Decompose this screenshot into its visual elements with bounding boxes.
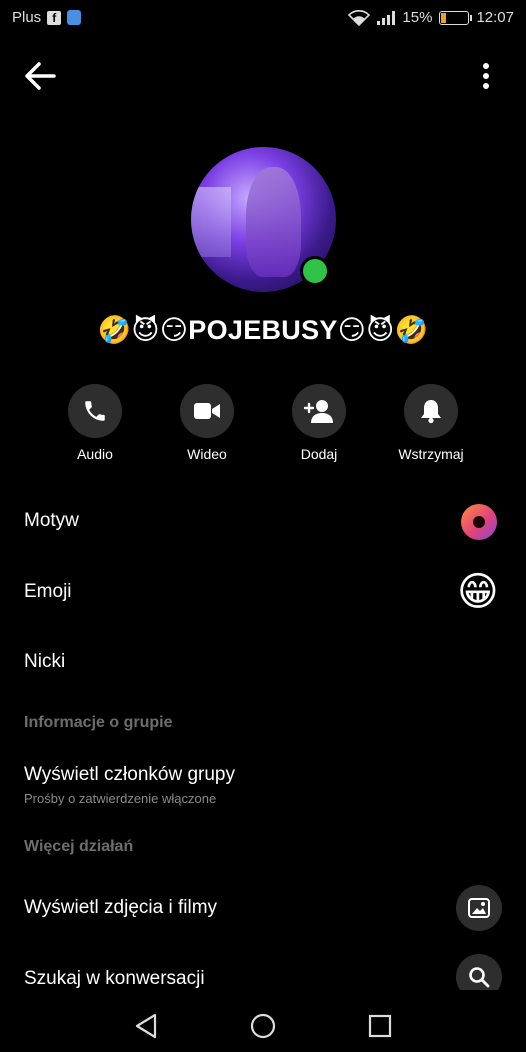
video-call-button[interactable]: Wideo [157, 384, 257, 462]
group-name[interactable]: 🤣😈😏POJEBUSY😏😈🤣 [0, 314, 526, 346]
square-recents-icon [368, 1014, 392, 1038]
search-conversation-label: Szukaj w konwersacji [24, 968, 205, 989]
section-group-info: Informacje o grupie [24, 714, 173, 731]
mute-circle[interactable] [404, 384, 458, 438]
more-dot [483, 83, 489, 89]
video-label: Wideo [187, 446, 227, 462]
video-call-circle[interactable] [180, 384, 234, 438]
list-clip [0, 990, 526, 1000]
nav-recents-button[interactable] [364, 1010, 396, 1042]
add-member-circle[interactable] [292, 384, 346, 438]
mute-button[interactable]: Wstrzymaj [381, 384, 481, 462]
theme-color-dot [473, 516, 485, 528]
image-icon [468, 898, 490, 918]
carrier-label: Plus [12, 9, 42, 26]
nicknames-label: Nicki [24, 651, 66, 672]
video-icon [194, 403, 220, 419]
signal-icon [377, 10, 396, 25]
view-media-row[interactable]: Wyświetl zdjęcia i filmy [24, 897, 502, 919]
audio-call-circle[interactable] [68, 384, 122, 438]
audio-call-button[interactable]: Audio [45, 384, 145, 462]
avatar-figure-shape [246, 167, 301, 277]
facebook-notification-icon: f [47, 10, 62, 25]
add-member-button[interactable]: Dodaj [269, 384, 369, 462]
back-button[interactable] [22, 58, 58, 94]
mute-label: Wstrzymaj [398, 446, 464, 462]
more-options-button[interactable] [478, 58, 494, 94]
theme-row[interactable]: Motyw [24, 510, 502, 532]
add-label: Dodaj [300, 446, 338, 462]
theme-color-icon[interactable] [461, 504, 497, 540]
phone-icon [85, 401, 105, 421]
section-more-actions: Więcej działań [24, 838, 134, 855]
bell-icon [421, 400, 441, 424]
clock: 12:07 [476, 9, 514, 26]
view-members-row[interactable]: Wyświetl członków grupy Prośby o zatwier… [24, 764, 502, 806]
circle-home-icon [250, 1013, 276, 1039]
more-dot [483, 73, 489, 79]
nav-back-button[interactable] [130, 1010, 162, 1042]
battery-icon [439, 10, 473, 25]
action-buttons: Audio Wideo Dodaj Wstrzymaj [45, 384, 481, 462]
triangle-back-icon [135, 1013, 157, 1039]
more-vertical-icon [483, 63, 489, 69]
view-members-subtitle: Prośby o zatwierdzenie włączone [24, 791, 217, 806]
avatar-window-shape [191, 187, 231, 257]
audio-label: Audio [77, 446, 113, 462]
search-icon [469, 967, 490, 988]
emoji-label: Emoji [24, 581, 72, 602]
view-media-label: Wyświetl zdjęcia i filmy [24, 897, 218, 918]
online-status-indicator [300, 256, 330, 286]
system-navigation-bar [0, 1000, 526, 1052]
status-right: 15% 12:07 [348, 9, 514, 26]
view-members-label: Wyświetl członków grupy [24, 764, 236, 785]
emoji-row[interactable]: Emoji [24, 581, 502, 603]
nicknames-row[interactable]: Nicki [24, 651, 502, 673]
nav-home-button[interactable] [247, 1010, 279, 1042]
status-left: Plus f [12, 9, 82, 26]
add-person-icon [304, 400, 333, 423]
battery-percent: 15% [402, 9, 433, 26]
arrow-left-icon [25, 62, 56, 90]
grinning-emoji-icon[interactable]: 😁 [457, 570, 499, 614]
shield-notification-icon [67, 10, 82, 25]
theme-label: Motyw [24, 510, 79, 531]
view-media-button[interactable] [456, 885, 502, 931]
search-conversation-row[interactable]: Szukaj w konwersacji [24, 968, 502, 990]
wifi-icon [348, 9, 371, 26]
status-bar: Plus f 15% 12:07 [0, 0, 526, 36]
